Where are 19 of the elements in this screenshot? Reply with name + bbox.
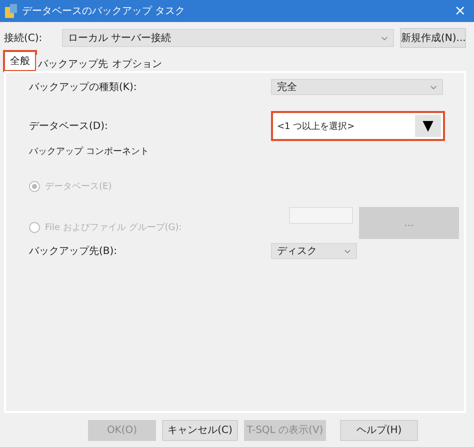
window-title: データベースのバックアップ タスク: [22, 4, 186, 18]
dialog-button[interactable]: キャンセル(C): [162, 420, 238, 440]
section-label: バックアップ コンポーネント: [29, 147, 149, 157]
destination-dropdown[interactable]: ディスク: [271, 243, 357, 259]
tab[interactable]: 全般: [4, 51, 36, 71]
chevron-down-icon: [344, 248, 351, 254]
chevron-down-icon: [381, 36, 388, 40]
backup-type-label: バックアップの種類(K):: [29, 80, 138, 94]
tab[interactable]: バックアップ先: [36, 55, 110, 71]
database-dropdown[interactable]: <1 つ以上を選択> ▼: [271, 111, 445, 141]
destination-label: バックアップ先(B):: [29, 244, 118, 258]
close-button[interactable]: ×: [446, 3, 474, 19]
backup-type-dropdown[interactable]: 完全: [271, 79, 443, 95]
connection-dropdown[interactable]: ローカル サーバー接続: [62, 29, 394, 47]
new-button[interactable]: 新規作成(N)...: [400, 28, 466, 48]
database-label: データベース(D):: [29, 120, 109, 133]
chevron-down-icon: [430, 84, 437, 90]
connection-label: 接続(C):: [4, 32, 44, 45]
dialog-button[interactable]: ヘルプ(H): [340, 420, 418, 440]
